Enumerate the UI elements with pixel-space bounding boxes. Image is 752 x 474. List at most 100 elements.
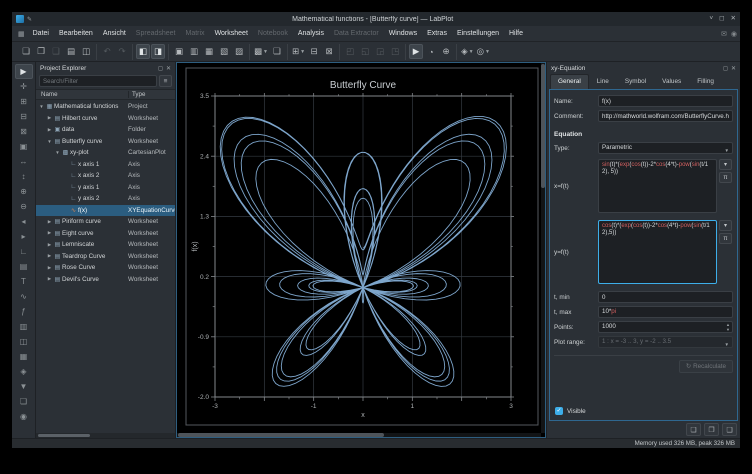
copy-settings-button[interactable]: ❏ [686,423,701,436]
tree-row-y-axis-1[interactable]: ∟ y axis 1 Axis [36,182,175,194]
menu-windows[interactable]: Windows [384,26,422,42]
tree-row-x-axis-2[interactable]: ∟ x axis 2 Axis [36,170,175,182]
float-dock-icon[interactable]: ◻ [723,65,728,72]
collapse-icon[interactable]: ▼ [38,104,45,109]
points-spinbox[interactable]: 1000 ▲ ▼ [598,321,733,333]
expand-icon[interactable]: ▶ [46,115,53,121]
tree-row-y-axis-2[interactable]: ∟ y axis 2 Axis [36,193,175,205]
shift-right-x-icon[interactable]: ▸ [15,229,33,244]
auto-scale-icon[interactable]: ▣ [15,139,33,154]
maximize-button[interactable]: ◻ [719,12,724,26]
expand-icon[interactable]: ▶ [46,276,53,282]
add-axis-icon[interactable]: ∟ [15,244,33,259]
minimize-button[interactable]: ˅ [709,12,713,26]
menu-hilfe[interactable]: Hilfe [504,26,528,42]
tree-row-butterfly-curve[interactable]: ▼ ▤ Butterfly curve Worksheet [36,136,175,148]
expand-icon[interactable]: ▶ [46,253,53,259]
worksheet-hscrollbar[interactable] [177,433,541,437]
menu-einstellungen[interactable]: Einstellungen [452,26,504,42]
zoom-select-icon[interactable]: ⊞ [15,94,33,109]
tab-filling[interactable]: Filling [689,74,722,89]
collapse-icon[interactable]: ▼ [54,150,61,155]
toggle-properties-dock-button[interactable]: ◨ [151,44,165,59]
butterfly-plot[interactable]: -3 -1 1 3 3.5 2.4 1.3 0.2 -0.9 -2.0 Butterfly Curv… [177,63,545,435]
add-info-element-icon[interactable]: ◈ [15,364,33,379]
select-mode-icon[interactable]: ▶ [14,64,33,79]
new-project-button[interactable]: ❏ [19,44,33,59]
pan-mode-icon[interactable]: ✛ [15,79,33,94]
close-dock-icon[interactable]: ✕ [731,65,736,72]
crosshair-mode-button[interactable]: ◔ [424,44,438,59]
load-settings-button[interactable]: ❑ [722,423,737,436]
tree-row-teardrop-curve[interactable]: ▶ ▤ Teardrop Curve Worksheet [36,251,175,263]
toggle-project-explorer-button[interactable]: ◧ [136,44,150,59]
close-button[interactable]: ✕ [731,12,736,26]
filter-options-button[interactable]: ≡ [159,75,172,87]
export-button[interactable]: ◫ [79,44,93,59]
tab-values[interactable]: Values [654,74,689,89]
name-field[interactable] [598,95,733,107]
column-header-name[interactable]: Name [36,91,128,98]
tree-row-rose-curve[interactable]: ▶ ▤ Rose Curve Worksheet [36,262,175,274]
tab-general[interactable]: General [550,74,589,89]
expand-icon[interactable]: ▶ [46,230,53,236]
tree-row-f-x[interactable]: ∿ f(x) XYEquationCurve [36,204,175,216]
new-workbook-button[interactable]: ▥ [187,44,201,59]
tree-row-piriform-curve[interactable]: ▶ ▤ Piriform curve Worksheet [36,216,175,228]
tree-row-xy-plot[interactable]: ▼ ▩ xy-plot CartesianPlot [36,147,175,159]
add-histogram-icon[interactable]: ▥ [15,319,33,334]
duplicate-button[interactable]: ❏ [270,44,284,59]
t-max-field[interactable]: 10*pi [598,306,733,318]
session-icon[interactable]: ◉ [731,30,737,38]
tree-row-lemniscate[interactable]: ▶ ▤ Lemniscate Worksheet [36,239,175,251]
new-spreadsheet-button[interactable]: ▦ [202,44,216,59]
tab-symbol[interactable]: Symbol [617,74,654,89]
save-default-button[interactable]: ❐ [704,423,719,436]
column-header-type[interactable]: Type [128,91,175,98]
worksheet-view[interactable]: -3 -1 1 3 3.5 2.4 1.3 0.2 -0.9 -2.0 Butterfly Curv… [176,62,546,438]
float-dock-icon[interactable]: ◻ [158,65,163,72]
tree-row-data[interactable]: ▶ ▣ data Folder [36,124,175,136]
select-mode-button[interactable]: ▶ [409,44,424,59]
zoom-select-mode-button[interactable]: ⊕ [439,44,453,59]
menu-bearbeiten[interactable]: Bearbeiten [54,26,98,42]
add-text-icon[interactable]: T [15,274,33,289]
zoom-out-icon[interactable]: ⊖ [15,199,33,214]
presenter-mode-icon[interactable]: ◉ [15,409,33,424]
menu-ansicht[interactable]: Ansicht [98,26,131,42]
tree-row-hilbert-curve[interactable]: ▶ ▤ Hilbert curve Worksheet [36,113,175,125]
add-equation-icon[interactable]: ƒ [15,304,33,319]
tree-row-x-axis-1[interactable]: ∟ x axis 1 Axis [36,159,175,171]
visible-checkbox[interactable]: ✓ [555,407,563,415]
expand-icon[interactable]: ▶ [46,127,53,133]
new-plot-button[interactable]: ▩ ▼ [253,44,269,59]
tree-row-devil-s-curve[interactable]: ▶ ▤ Devil's Curve Worksheet [36,274,175,286]
add-legend-icon[interactable]: ▤ [15,259,33,274]
spinbox-arrows-icon[interactable]: ▲ ▼ [726,322,730,332]
insert-function-button[interactable]: ▾ [719,159,732,170]
shift-left-x-icon[interactable]: ◂ [15,214,33,229]
insert-constant-button[interactable]: π [719,233,732,244]
new-folder-button[interactable]: ▣ [172,44,186,59]
print-button[interactable]: ▤ [64,44,78,59]
menu-extras[interactable]: Extras [422,26,452,42]
search-input[interactable] [39,75,157,87]
zoom-region-button[interactable]: ⊠ [322,44,336,59]
auto-scale-x-icon[interactable]: ↔ [15,154,33,169]
auto-scale-y-icon[interactable]: ↕ [15,169,33,184]
new-worksheet-button[interactable]: ▨ [232,44,246,59]
plot-style-button[interactable]: ◈ ▼ [460,44,475,59]
add-image-icon[interactable]: ▦ [15,349,33,364]
add-boxplot-icon[interactable]: ◫ [15,334,33,349]
expand-icon[interactable]: ▶ [46,265,53,271]
expand-icon[interactable]: ▶ [46,242,53,248]
tree-row-eight-curve[interactable]: ▶ ▤ Eight curve Worksheet [36,228,175,240]
add-curve-icon[interactable]: ∿ [15,289,33,304]
tab-line[interactable]: Line [589,74,617,89]
layout-button[interactable]: ◎ ▼ [476,44,491,59]
zoom-y-select-icon[interactable]: ⊠ [15,124,33,139]
x-formula-field[interactable]: sin(t)*(exp(cos(t))-2*cos(4*t)-pow(sin(t… [598,159,717,213]
open-project-button[interactable]: ❐ [34,44,48,59]
menu-analysis[interactable]: Analysis [293,26,329,42]
recalculate-button[interactable]: ↻ Recalculate [678,360,733,373]
